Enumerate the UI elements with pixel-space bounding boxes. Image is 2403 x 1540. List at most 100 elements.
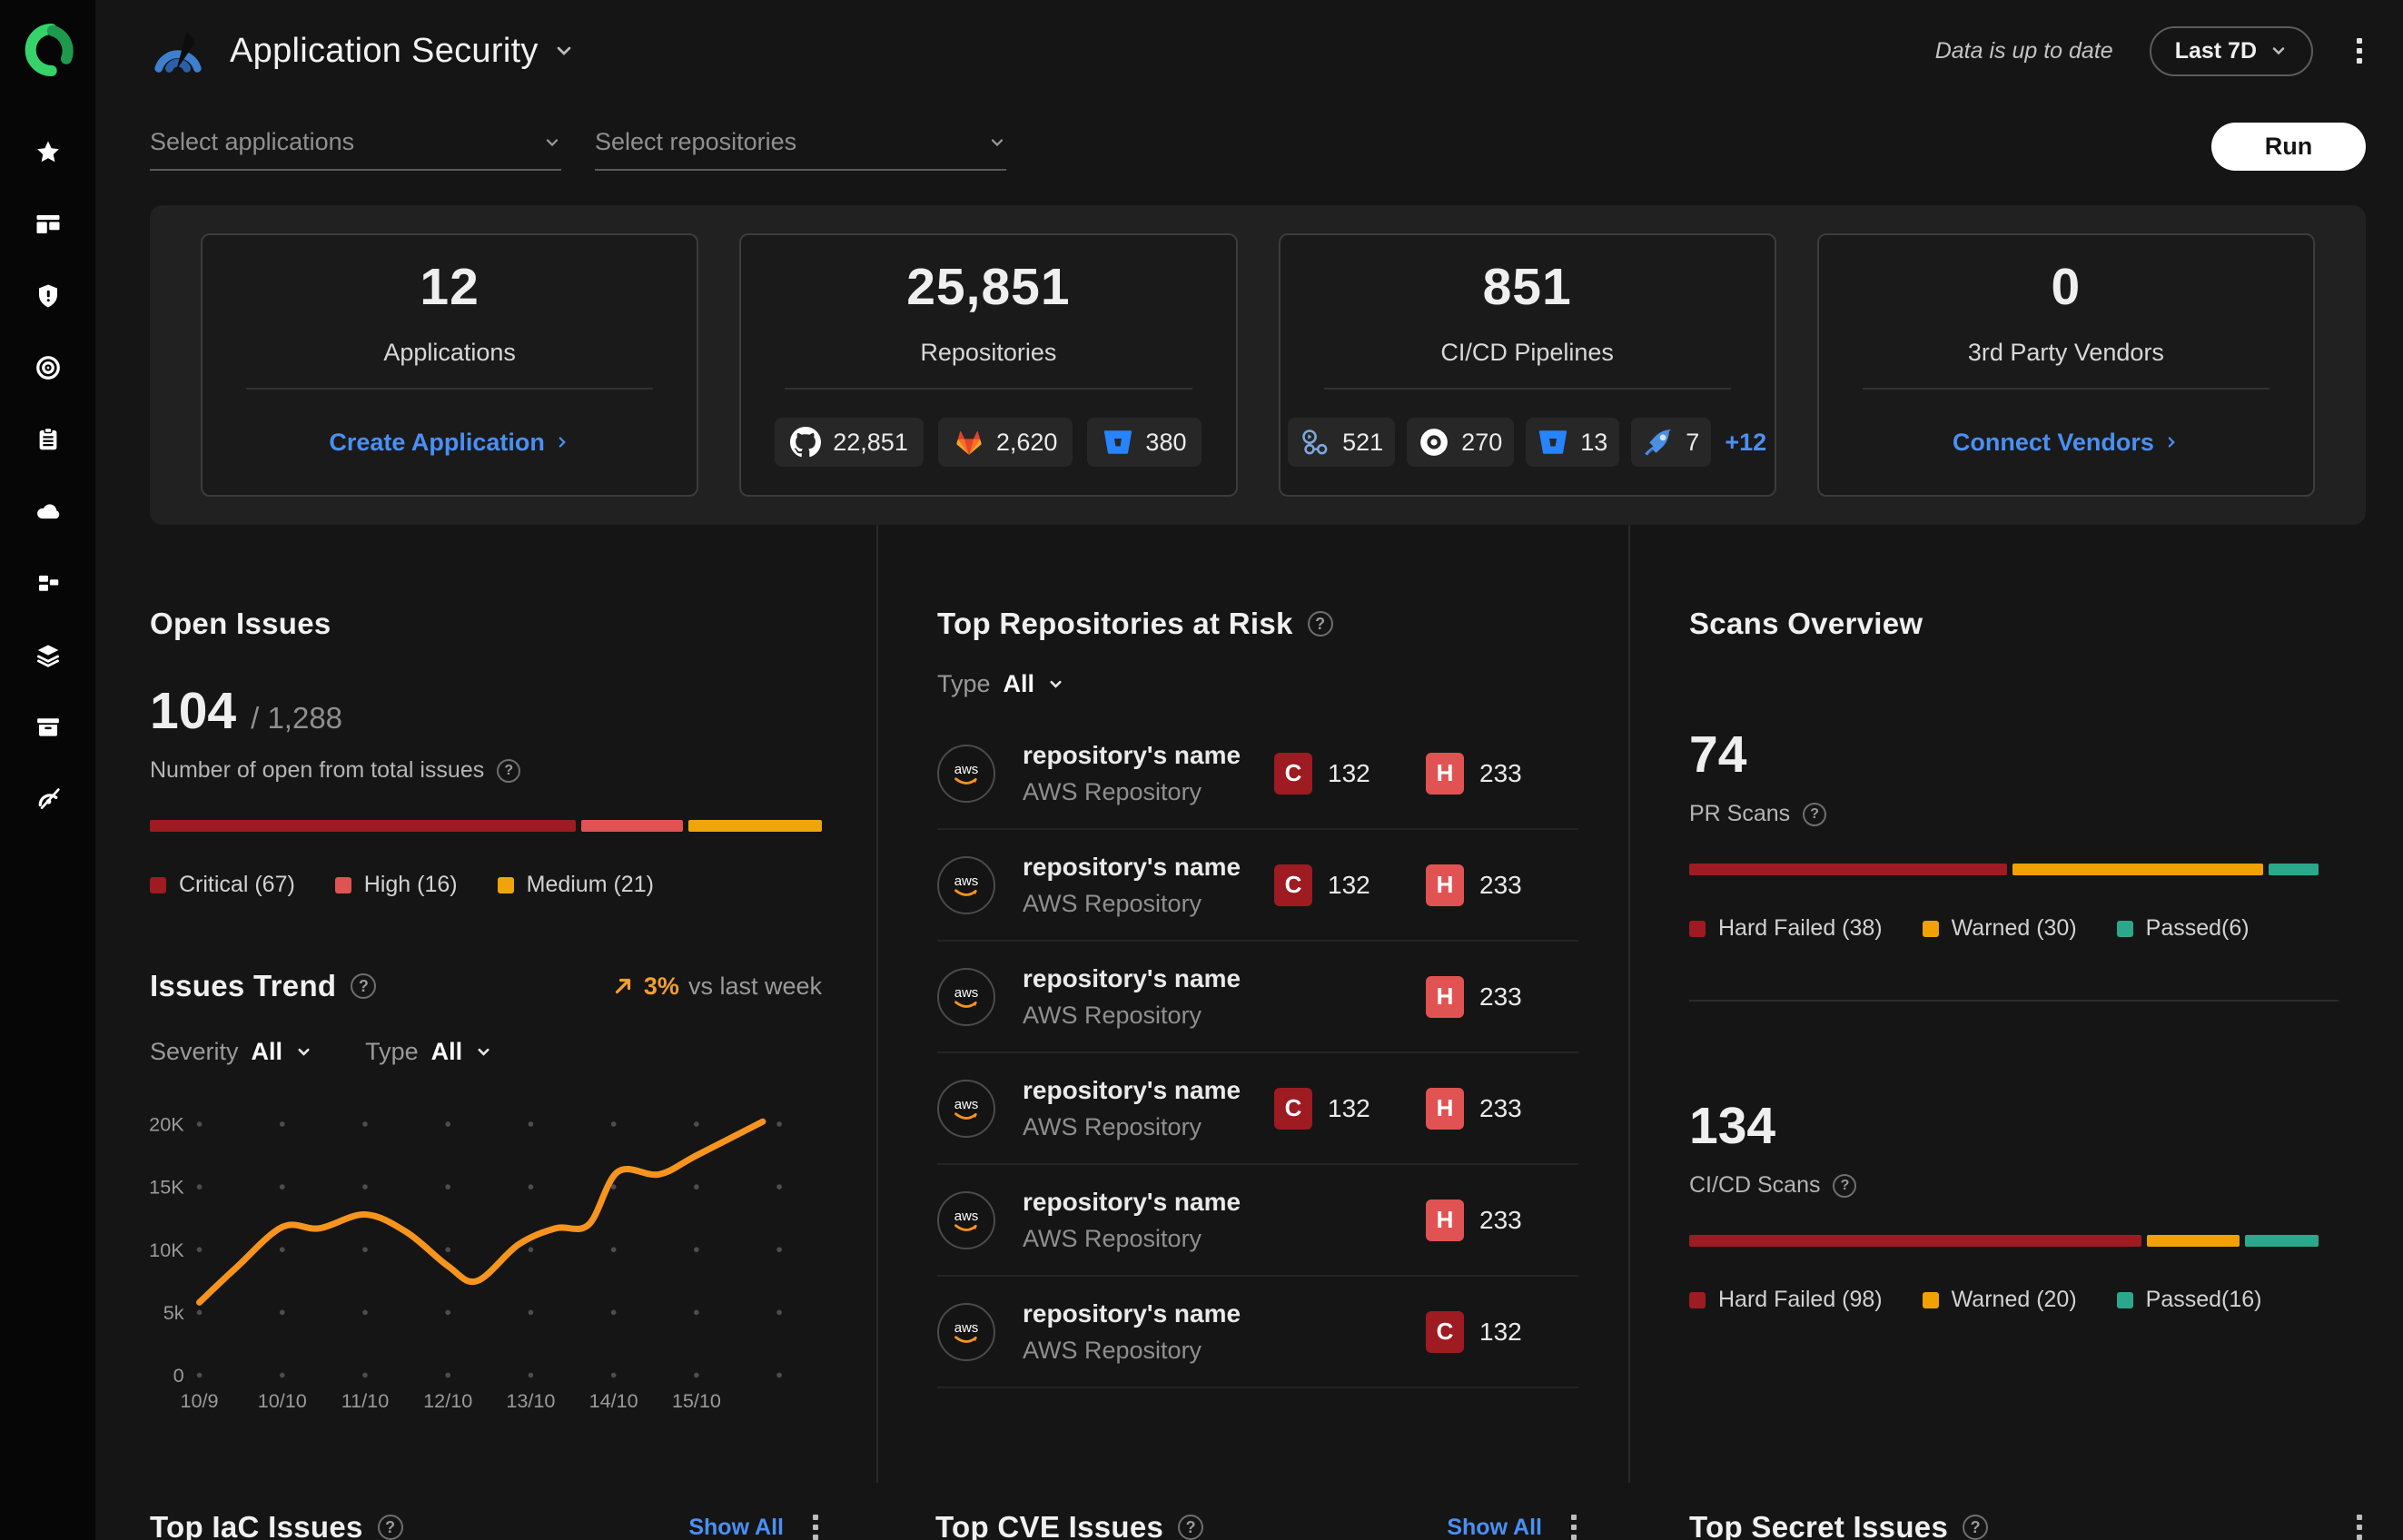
help-icon[interactable] — [497, 758, 521, 783]
gitlab-count: 2,620 — [995, 428, 1058, 456]
main-content: Application Security Data is up to date … — [95, 0, 2403, 1540]
repository-row[interactable]: aws repository's name AWS Repository C 13… — [937, 718, 1578, 830]
open-issues-count: 104 — [150, 682, 237, 740]
sidebar-item-dashboard[interactable] — [33, 209, 64, 240]
clipboard-icon — [39, 427, 56, 450]
repository-row[interactable]: aws repository's name AWS Repository H 23… — [937, 942, 1578, 1053]
passed-swatch — [2116, 920, 2133, 937]
sidebar-item-security-alerts[interactable] — [33, 281, 64, 311]
pr-scans-count: 74 — [1689, 726, 1747, 784]
open-issues-severity-bar — [150, 820, 822, 832]
help-icon[interactable] — [377, 1515, 403, 1540]
medium-swatch — [497, 876, 514, 893]
vendors-count: 0 — [2051, 257, 2082, 316]
iac-show-all-link[interactable]: Show All — [688, 1515, 784, 1540]
sidebar-nav — [33, 137, 64, 814]
github-actions-icon — [1302, 429, 1328, 455]
cve-show-all-link[interactable]: Show All — [1447, 1515, 1542, 1540]
repository-name: repository's name — [1023, 740, 1241, 769]
type-filter[interactable]: Type All — [365, 1038, 492, 1066]
shield-alert-icon — [38, 284, 57, 308]
top-iac-issues-title: Top IaC Issues — [150, 1510, 363, 1540]
connect-vendors-link[interactable]: Connect Vendors — [1953, 429, 2180, 457]
github-count: 22,851 — [833, 428, 908, 456]
repository-list: aws repository's name AWS Repository C 13… — [937, 718, 1578, 1388]
repository-type: AWS Repository — [1023, 889, 1202, 917]
bitbucket-pipelines-chip: 13 — [1526, 418, 1620, 467]
run-button[interactable]: Run — [2211, 123, 2366, 171]
repositories-select[interactable]: Select repositories — [595, 128, 1006, 171]
target-icon — [35, 356, 60, 380]
chevron-down-icon — [1050, 680, 1062, 688]
svg-text:11/10: 11/10 — [341, 1389, 389, 1412]
circleci-icon — [1420, 429, 1449, 456]
sidebar-item-reports[interactable] — [33, 424, 64, 455]
high-badge: H — [1426, 864, 1464, 906]
high-badge: H — [1426, 752, 1464, 795]
repository-row[interactable]: aws repository's name AWS Repository C 13… — [937, 1053, 1578, 1165]
brand-logo[interactable] — [22, 24, 74, 81]
sidebar-item-performance[interactable] — [33, 783, 64, 814]
cicd-pipelines-card: 851 CI/CD Pipelines 521 270 13 7 +12 — [1278, 233, 1776, 497]
sidebar-item-favorites[interactable] — [33, 137, 64, 168]
repositories-label: Repositories — [920, 338, 1057, 366]
sidebar — [0, 0, 95, 1540]
secrets-menu-kebab[interactable] — [2353, 1511, 2366, 1540]
applications-select[interactable]: Select applications — [150, 128, 561, 171]
sidebar-item-integrations[interactable] — [33, 568, 64, 598]
open-issues-title: Open Issues — [150, 607, 331, 640]
severity-filter[interactable]: Severity All — [150, 1038, 312, 1066]
help-icon[interactable] — [1307, 611, 1333, 637]
github-actions-count: 521 — [1342, 428, 1384, 456]
svg-text:12/10: 12/10 — [423, 1389, 472, 1412]
create-application-link[interactable]: Create Application — [329, 429, 570, 457]
svg-text:10/9: 10/9 — [181, 1389, 219, 1412]
help-icon[interactable] — [1178, 1515, 1204, 1540]
legend-item-hard-failed: Hard Failed (38) — [1689, 915, 1883, 942]
repository-type: AWS Repository — [1023, 1001, 1202, 1029]
repository-row[interactable]: aws repository's name AWS Repository C 13… — [937, 1277, 1578, 1388]
archive-icon — [36, 718, 59, 736]
sidebar-item-cloud[interactable] — [33, 496, 64, 527]
time-range-selector[interactable]: Last 7D — [2149, 25, 2313, 76]
total-issues-count: / 1,288 — [251, 701, 343, 735]
repository-name: repository's name — [1023, 963, 1241, 992]
help-icon[interactable] — [1833, 1173, 1857, 1198]
title-chevron-down-icon[interactable] — [553, 40, 575, 62]
sidebar-item-layers[interactable] — [33, 639, 64, 670]
bar-segment — [1689, 864, 2007, 875]
repository-name: repository's name — [1023, 1075, 1241, 1104]
bar-segment — [581, 820, 683, 832]
repo-type-filter[interactable]: Type All — [937, 670, 1064, 698]
repository-row[interactable]: aws repository's name AWS Repository H 23… — [937, 1165, 1578, 1277]
chevron-down-icon — [2272, 47, 2285, 55]
iac-menu-kebab[interactable] — [809, 1511, 822, 1540]
repository-row[interactable]: aws repository's name AWS Repository C 13… — [937, 830, 1578, 942]
bar-segment — [2268, 864, 2319, 875]
top-iac-issues-header: Top IaC Issues Show All — [150, 1510, 876, 1540]
critical-badge: C — [1426, 1310, 1464, 1353]
help-icon[interactable] — [1963, 1515, 1989, 1540]
legend-item-warned: Warned (20) — [1922, 1287, 2077, 1313]
bar-segment — [1689, 1235, 2141, 1247]
svg-text:10/10: 10/10 — [258, 1389, 307, 1412]
sidebar-item-policies[interactable] — [33, 352, 64, 383]
pr-scans-bar — [1689, 864, 2319, 875]
aws-repo-icon: aws — [937, 855, 995, 914]
high-badge: H — [1426, 1087, 1464, 1130]
header-right: Data is up to date Last 7D — [1935, 25, 2366, 76]
brand-logo-icon — [25, 24, 74, 76]
sidebar-item-inventory[interactable] — [33, 711, 64, 742]
help-icon[interactable] — [351, 973, 377, 999]
top-repositories-section: Top Repositories at Risk Type All aws — [876, 525, 1630, 1483]
svg-text:10K: 10K — [150, 1239, 184, 1261]
repositories-count: 25,851 — [906, 257, 1071, 316]
bar-segment — [2244, 1235, 2319, 1247]
header-menu-kebab[interactable] — [2353, 35, 2366, 67]
scans-overview-section: Scans Overview 74 PR Scans Hard Failed (… — [1630, 525, 2366, 1483]
more-pipelines-link[interactable]: +12 — [1725, 429, 1766, 457]
cve-menu-kebab[interactable] — [1567, 1511, 1580, 1540]
azure-pipelines-count: 7 — [1686, 428, 1700, 456]
help-icon[interactable] — [1803, 802, 1827, 826]
critical-badge: C — [1274, 864, 1312, 906]
